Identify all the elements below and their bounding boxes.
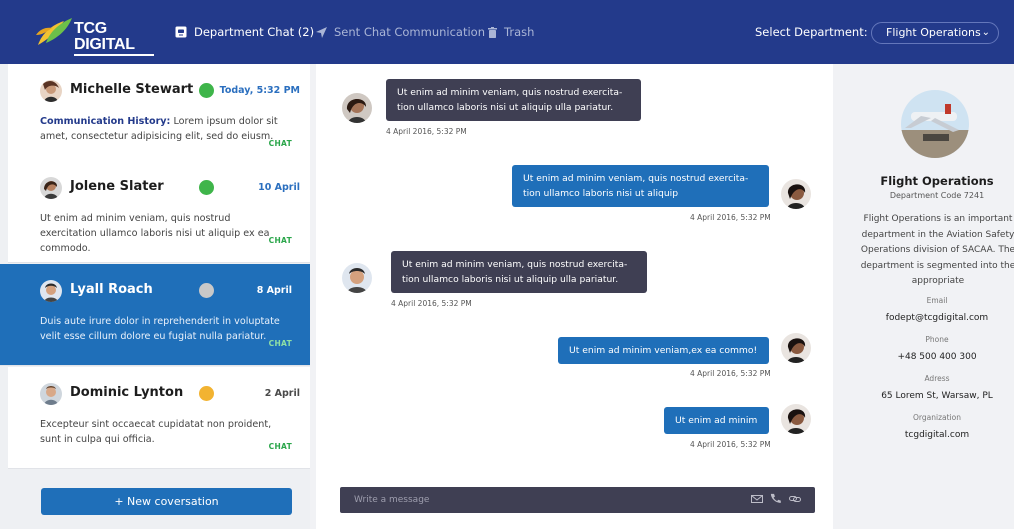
message-timestamp: 4 April 2016, 5:32 PM — [386, 127, 467, 136]
phone-label: Phone — [925, 335, 949, 344]
chat-tag: CHAT — [268, 442, 292, 451]
contact-name: Jolene Slater — [70, 179, 164, 194]
avatar — [40, 383, 62, 405]
brand-logo[interactable]: TCG DIGITAL — [34, 15, 154, 56]
organization-label: Organization — [913, 413, 961, 422]
message-line: Ut enim ad minim veniam, quis nostrud ex… — [402, 259, 628, 270]
message-bubble-outgoing: Ut enim ad minim — [664, 407, 769, 434]
contact-preview: Communication History: Lorem ipsum dolor… — [40, 114, 280, 144]
compose-actions — [751, 493, 801, 505]
contact-list: Michelle Stewart Today, 5:32 PM Communic… — [0, 64, 310, 529]
top-header: TCG DIGITAL Department Chat (2) Sent Cha… — [0, 0, 1014, 64]
contact-item-lyall-roach[interactable]: Lyall Roach 8 April Duis aute irure dolo… — [0, 264, 310, 366]
nav-sent-chat[interactable]: Sent Chat Communication — [316, 23, 485, 41]
chevron-down-icon: ⌄ — [981, 27, 990, 38]
message-timestamp: 4 April 2016, 5:32 PM — [690, 369, 771, 378]
organization-value[interactable]: tcgdigital.com — [847, 429, 1014, 441]
message-bubble-outgoing: Ut enim ad minim veniam,ex ea commo! — [558, 337, 769, 364]
brand-name: TCG DIGITAL — [74, 21, 154, 56]
status-indicator-online — [199, 83, 214, 98]
message-line: tion ullamco laboris nisi ut aliquip ull… — [402, 274, 619, 285]
leaf-logo-icon — [36, 18, 72, 45]
message-bubble-incoming: Ut enim ad minim veniam, quis nostrud ex… — [391, 251, 647, 293]
contact-date: Today, 5:32 PM — [219, 85, 300, 96]
chat-tag: CHAT — [268, 339, 292, 348]
department-description: Flight Operations is an important depart… — [860, 214, 1014, 286]
email-value[interactable]: fodept@tcgdigital.com — [847, 312, 1014, 324]
status-indicator-offline — [199, 283, 214, 298]
message-line: Ut enim ad minim veniam,ex ea commo! — [569, 345, 758, 356]
status-indicator-away — [199, 386, 214, 401]
department-name: Flight Operations — [880, 174, 994, 188]
chat-tag: CHAT — [268, 139, 292, 148]
avatar — [342, 93, 372, 123]
message-line: Ut enim ad minim veniam, quis nostrud ex… — [397, 87, 623, 98]
avatar — [40, 280, 62, 302]
avatar — [40, 80, 62, 102]
contact-name: Michelle Stewart — [70, 82, 194, 97]
message-timestamp: 4 April 2016, 5:32 PM — [690, 440, 771, 449]
avatar — [781, 404, 811, 434]
nav-trash[interactable]: Trash — [488, 23, 534, 41]
contact-date: 10 April — [258, 182, 300, 193]
new-conversation-button[interactable]: + New coversation — [41, 488, 292, 515]
phone-icon[interactable] — [770, 493, 782, 505]
department-select[interactable]: Flight Operations ⌄ — [871, 22, 999, 44]
select-department-label: Select Department: — [755, 25, 868, 39]
history-label: Communication History: — [40, 116, 171, 127]
message-bubble-incoming: Ut enim ad minim veniam, quis nostrud ex… — [386, 79, 641, 121]
phone-value[interactable]: +48 500 400 300 — [847, 351, 1014, 363]
contact-message: Duis aute irure dolor in reprehenderit i… — [40, 316, 280, 342]
department-info-panel: Flight Operations Department Code 7241 F… — [847, 64, 1014, 529]
message-line: tion ullamco laboris nisi ut aliquip — [523, 188, 679, 199]
message-timestamp: 4 April 2016, 5:32 PM — [690, 213, 771, 222]
department-code: Department Code 7241 — [889, 191, 985, 200]
email-label: Email — [926, 296, 948, 305]
contact-message: Excepteur sint occaecat cupidatat non pr… — [40, 419, 272, 445]
contact-date: 8 April — [256, 285, 292, 296]
avatar — [40, 177, 62, 199]
message-input[interactable]: Write a message — [354, 494, 429, 506]
message-line: Ut enim ad minim — [675, 415, 758, 426]
contact-item-dominic-lynton[interactable]: Dominic Lynton 2 April Excepteur sint oc… — [8, 367, 310, 469]
message-timestamp: 4 April 2016, 5:32 PM — [391, 299, 472, 308]
contact-message: Ut enim ad minim veniam, quis nostrud ex… — [40, 213, 270, 254]
contact-name: Lyall Roach — [70, 282, 153, 297]
contact-item-jolene-slater[interactable]: Jolene Slater 10 April Ut enim ad minim … — [8, 161, 310, 263]
department-photo — [901, 90, 969, 158]
trash-icon — [488, 26, 497, 38]
contact-name: Dominic Lynton — [70, 385, 184, 400]
nav-trash-label: Trash — [504, 25, 535, 39]
nav-department-chat[interactable]: Department Chat (2) — [175, 23, 314, 41]
message-line: tion ullamco laboris nisi ut aliquip ull… — [397, 102, 614, 113]
message-compose-bar[interactable]: Write a message — [340, 487, 815, 513]
address-label: Adress — [924, 374, 950, 383]
address-value: 65 Lorem St, Warsaw, PL — [881, 391, 993, 401]
nav-department-chat-label: Department Chat (2) — [194, 25, 315, 39]
avatar — [781, 333, 811, 363]
message-line: Ut enim ad minim veniam, quis nostrud ex… — [523, 173, 749, 184]
chat-tag: CHAT — [268, 236, 292, 245]
email-icon[interactable] — [751, 493, 763, 505]
nav-sent-chat-label: Sent Chat Communication — [334, 25, 485, 39]
avatar — [781, 179, 811, 209]
department-select-value: Flight Operations — [886, 26, 981, 39]
message-bubble-outgoing: Ut enim ad minim veniam, quis nostrud ex… — [512, 165, 769, 207]
status-indicator-online — [199, 180, 214, 195]
avatar — [342, 263, 372, 293]
send-icon — [316, 26, 327, 38]
contact-date: 2 April — [264, 388, 300, 399]
link-icon[interactable] — [789, 493, 801, 505]
contact-item-michelle-stewart[interactable]: Michelle Stewart Today, 5:32 PM Communic… — [8, 64, 310, 166]
chat-box-icon — [175, 26, 187, 38]
